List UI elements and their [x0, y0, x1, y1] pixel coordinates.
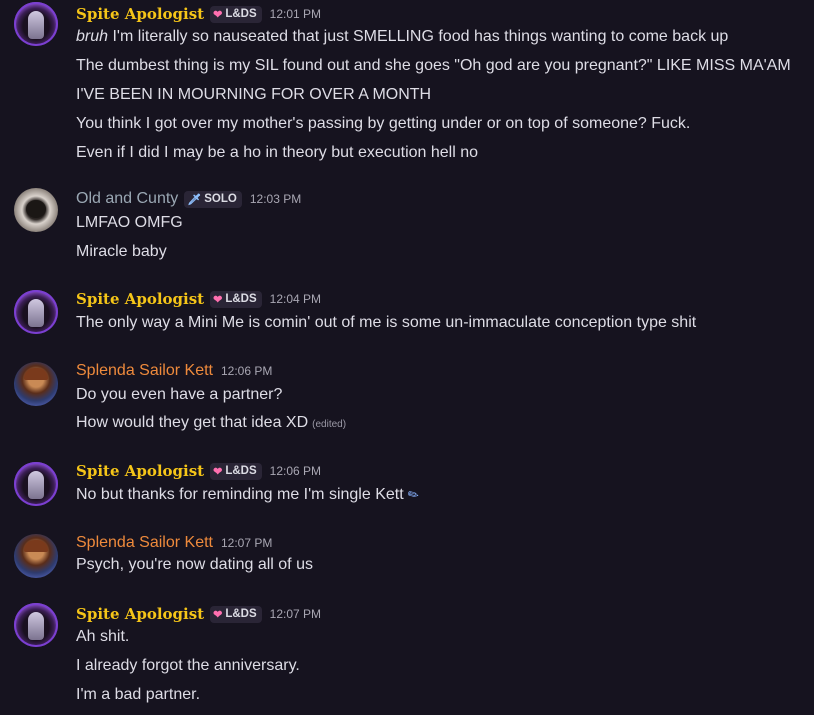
avatar[interactable] [14, 188, 58, 232]
message-line: Psych, you're now dating all of us [76, 556, 313, 573]
message-line: LMFAO OMFG [76, 214, 183, 231]
role-badge[interactable]: ❤ L&DS [210, 290, 262, 308]
message-text: How would they get that idea XD [76, 414, 309, 431]
message-line: I'VE BEEN IN MOURNING FOR OVER A MONTH [76, 86, 432, 103]
message-line: The dumbest thing is my SIL found out an… [76, 57, 791, 74]
timestamp[interactable]: 12:04 PM [270, 292, 321, 306]
message-line: bruh I'm literally so nauseated that jus… [76, 26, 728, 48]
message-header: Old and Cunty 🗡 SOLO 12:03 PM [76, 188, 301, 210]
badge-label: L&DS [225, 608, 257, 620]
heart-icon: ❤ [213, 465, 223, 478]
heart-icon: ❤ [213, 608, 223, 621]
message-header: Spite Apologist ❤ L&DS 12:06 PM [76, 460, 321, 482]
author-name[interactable]: Spite Apologist [76, 5, 204, 23]
timestamp[interactable]: 12:07 PM [221, 536, 272, 550]
message-text: I'm literally so nauseated that just SME… [112, 28, 729, 45]
avatar[interactable] [14, 290, 58, 334]
message-header: Spite Apologist ❤ L&DS 12:01 PM [76, 3, 321, 25]
sword-icon: 🗡 [187, 193, 202, 206]
badge-label: L&DS [225, 8, 257, 20]
message-line: Ah shit. [76, 628, 130, 645]
message-line: Even if I did I may be a ho in theory bu… [76, 144, 479, 161]
message-header: Splenda Sailor Kett 12:06 PM [76, 360, 272, 382]
author-name[interactable]: Spite Apologist [76, 605, 204, 623]
avatar[interactable] [14, 534, 58, 578]
message-line: Miracle baby [76, 243, 167, 260]
edited-label: (edited) [312, 419, 347, 430]
author-name[interactable]: Old and Cunty [76, 190, 178, 208]
chat-log: Spite Apologist ❤ L&DS 12:01 PM bruh I'm … [0, 0, 814, 715]
timestamp[interactable]: 12:07 PM [270, 607, 321, 621]
message-line: You think I got over my mother's passing… [76, 115, 691, 132]
message-line: I'm a bad partner. [76, 686, 201, 703]
role-badge[interactable]: ❤ L&DS [210, 605, 262, 623]
author-name[interactable]: Splenda Sailor Kett [76, 534, 213, 552]
heart-icon: ❤ [213, 8, 223, 21]
role-badge[interactable]: 🗡 SOLO [184, 190, 242, 208]
avatar[interactable] [14, 603, 58, 647]
message-text: No but thanks for reminding me I'm singl… [76, 486, 404, 503]
timestamp[interactable]: 12:01 PM [270, 7, 321, 21]
badge-label: L&DS [225, 293, 257, 305]
avatar[interactable] [14, 2, 58, 46]
author-name[interactable]: Splenda Sailor Kett [76, 362, 213, 380]
message-header: Splenda Sailor Kett 12:07 PM [76, 532, 272, 554]
avatar[interactable] [14, 462, 58, 506]
author-name[interactable]: Spite Apologist [76, 290, 204, 308]
badge-label: L&DS [225, 465, 257, 477]
timestamp[interactable]: 12:03 PM [250, 192, 301, 206]
message-header: Spite Apologist ❤ L&DS 12:04 PM [76, 288, 321, 310]
message-line: No but thanks for reminding me I'm singl… [76, 484, 421, 506]
message-line: I already forgot the anniversary. [76, 657, 300, 674]
message-line: How would they get that idea XD (edited) [76, 412, 346, 436]
message-line: Do you even have a partner? [76, 386, 283, 403]
author-name[interactable]: Spite Apologist [76, 462, 204, 480]
role-badge[interactable]: ❤ L&DS [210, 5, 262, 23]
timestamp[interactable]: 12:06 PM [270, 464, 321, 478]
message-header: Spite Apologist ❤ L&DS 12:07 PM [76, 603, 321, 625]
heart-icon: ❤ [213, 293, 223, 306]
pen-emoji-icon: ✎ [404, 485, 422, 504]
message-line: The only way a Mini Me is comin' out of … [76, 314, 697, 331]
role-badge[interactable]: ❤ L&DS [210, 462, 262, 480]
badge-label: SOLO [204, 193, 237, 205]
timestamp[interactable]: 12:06 PM [221, 364, 272, 378]
emphasis-text: bruh [76, 28, 109, 45]
avatar[interactable] [14, 362, 58, 406]
